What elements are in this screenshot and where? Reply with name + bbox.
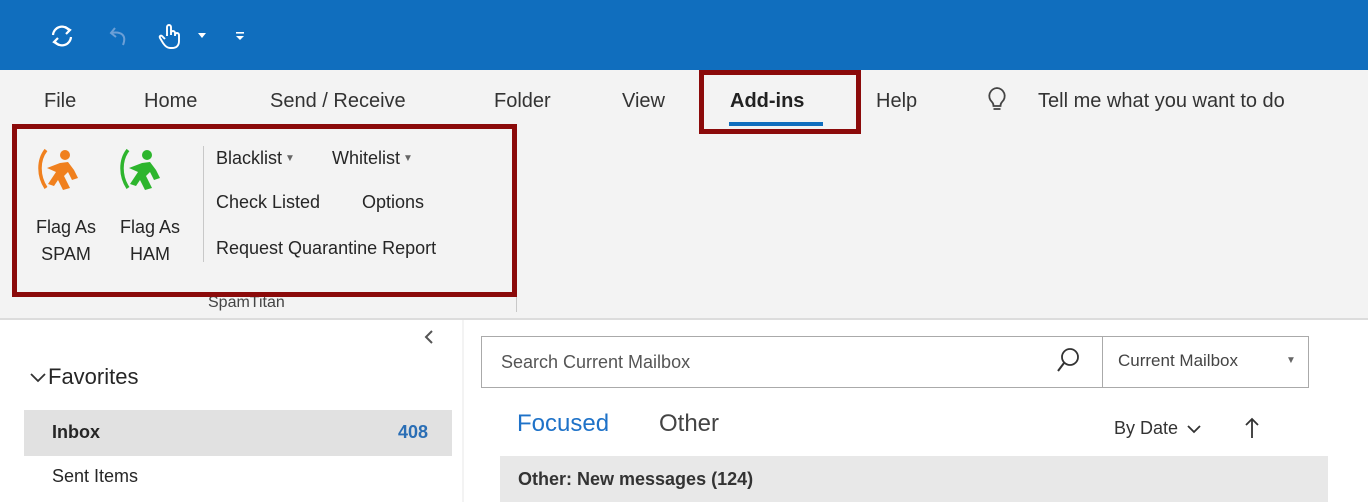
undo-button[interactable] [106,22,134,50]
message-group-header[interactable]: Other: New messages (124) [500,456,1328,502]
tab-folder[interactable]: Folder [494,88,551,114]
tell-me-search[interactable]: Tell me what you want to do [1038,88,1285,114]
title-bar [0,0,1368,70]
touch-mode-button[interactable] [156,22,184,50]
chevron-down-icon [198,33,206,38]
sort-label: By Date [1114,418,1179,438]
highlight-spamtitan-group [12,124,517,297]
tab-other[interactable]: Other [659,410,719,438]
folder-item-sent-items[interactable]: Sent Items [52,466,138,487]
favorites-label: Favorites [48,364,139,389]
chevron-down-icon [30,373,46,383]
inbox-unread-count: 408 [397,422,428,442]
folder-item-inbox[interactable]: Inbox 408 [24,410,452,456]
group-header-label: Other: New messages (124) [518,469,754,489]
chevron-down-icon [1187,425,1201,434]
sort-direction-icon[interactable] [1244,416,1260,440]
tab-file[interactable]: File [44,88,76,114]
search-scope-dropdown[interactable]: Current Mailbox [1118,351,1238,371]
send-receive-all-button[interactable] [48,22,76,50]
highlight-addins-tab [699,70,861,134]
collapse-folder-pane-button[interactable] [424,328,434,349]
sync-icon [51,25,73,47]
tab-send-receive[interactable]: Send / Receive [270,88,406,114]
inbox-label: Inbox [52,422,100,442]
chevron-down-icon[interactable]: ▼ [1286,355,1296,366]
chevron-left-icon [424,330,433,344]
search-scope-divider [1102,337,1103,387]
search-input[interactable] [482,337,1102,387]
tab-view[interactable]: View [622,88,665,114]
lightbulb-icon [988,87,1006,110]
undo-icon [109,27,126,46]
touch-hand-icon [158,24,180,49]
tab-help[interactable]: Help [876,88,917,114]
tab-home[interactable]: Home [144,88,197,114]
touch-mode-dropdown[interactable] [188,22,216,50]
customize-icon [236,32,244,40]
favorites-header[interactable]: Favorites [30,364,138,390]
search-box: Current Mailbox ▼ [481,336,1309,388]
customize-quick-access-button[interactable] [226,22,254,50]
sort-by-date-button[interactable]: By Date [1114,418,1201,439]
search-icon[interactable] [1056,347,1082,375]
tab-focused[interactable]: Focused [517,410,609,438]
